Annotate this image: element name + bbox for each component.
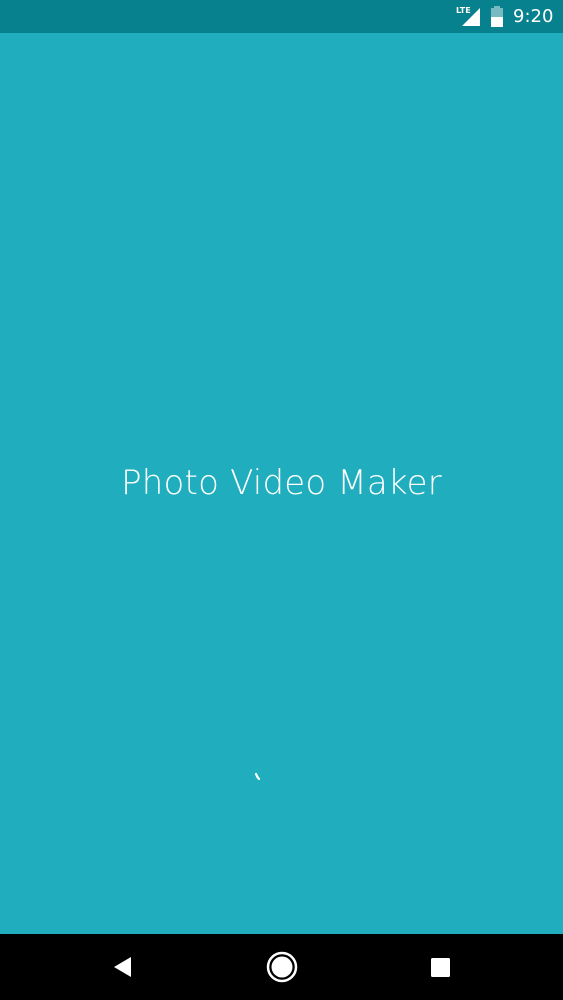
status-bar: LTE 9:20	[0, 0, 563, 33]
back-triangle-icon	[114, 957, 131, 977]
app-title: Photo Video Maker	[121, 463, 442, 503]
loading-spinner-icon	[254, 772, 261, 781]
navigation-bar	[0, 934, 563, 1000]
home-button[interactable]	[262, 947, 302, 987]
splash-screen: Photo Video Maker	[0, 33, 563, 934]
network-type-label: LTE	[456, 6, 471, 15]
recents-button[interactable]	[420, 947, 460, 987]
status-clock: 9:20	[513, 6, 554, 27]
home-circle-icon	[266, 951, 298, 983]
signal-lte-icon: LTE	[456, 6, 480, 26]
back-button[interactable]	[103, 947, 143, 987]
recents-square-icon	[431, 958, 450, 977]
battery-icon	[491, 6, 503, 27]
